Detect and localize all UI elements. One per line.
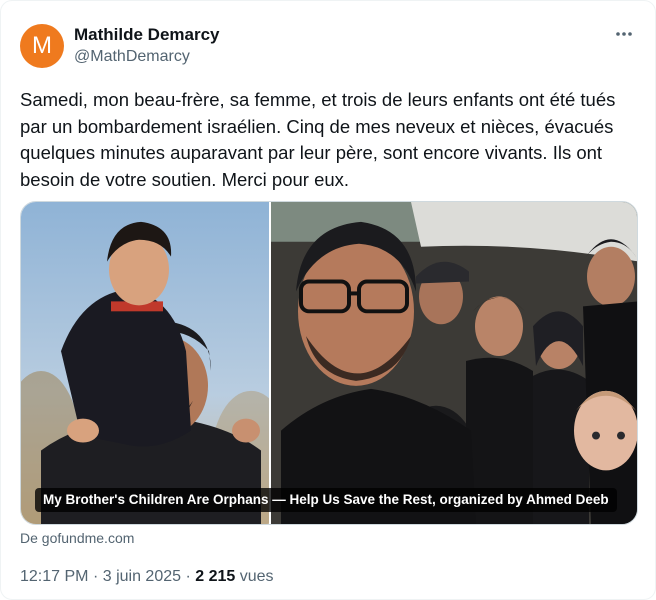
link-card-source[interactable]: De gofundme.com (20, 530, 134, 546)
tweet-text-line: Samedi, mon beau-frère, sa femme, et tro… (20, 89, 616, 110)
author-handle[interactable]: @MathDemarcy (74, 48, 190, 66)
tweet-text-line: par un bombardement israélien. Cinq de m… (20, 115, 614, 137)
author-name[interactable]: Mathilde Demarcy (74, 25, 220, 45)
meta-separator: · (185, 568, 191, 585)
avatar[interactable]: M (20, 24, 64, 68)
tweet-text-line: besoin de votre soutien. Merci pour eux. (20, 168, 350, 190)
link-card-media[interactable]: My Brother's Children Are Orphans — Help… (20, 201, 638, 525)
link-card-title[interactable]: My Brother's Children Are Orphans — Help… (35, 488, 617, 512)
views-count[interactable]: 2 215 (195, 568, 235, 585)
tweet-date[interactable]: 3 juin 2025 (103, 568, 181, 585)
avatar-letter: M (32, 32, 52, 59)
meta-separator: · (92, 568, 99, 585)
tweet-meta: 12:17 PM · 3 juin 2025 · 2 215 vues (20, 568, 274, 586)
tweet-text-line: quelques minutes auparavant par leur pèr… (20, 142, 603, 163)
more-options-button[interactable] (611, 23, 637, 45)
tweet-card: M Mathilde Demarcy @MathDemarcy Samedi, … (0, 0, 656, 600)
tweet-time[interactable]: 12:17 PM (20, 568, 88, 585)
views-label: vues (239, 568, 274, 585)
more-horizontal-icon (616, 32, 632, 36)
link-card-photo-family (271, 202, 637, 524)
tweet-text: Samedi, mon beau-frère, sa femme, et tro… (20, 87, 644, 193)
link-card-photo-father-child (21, 202, 269, 524)
